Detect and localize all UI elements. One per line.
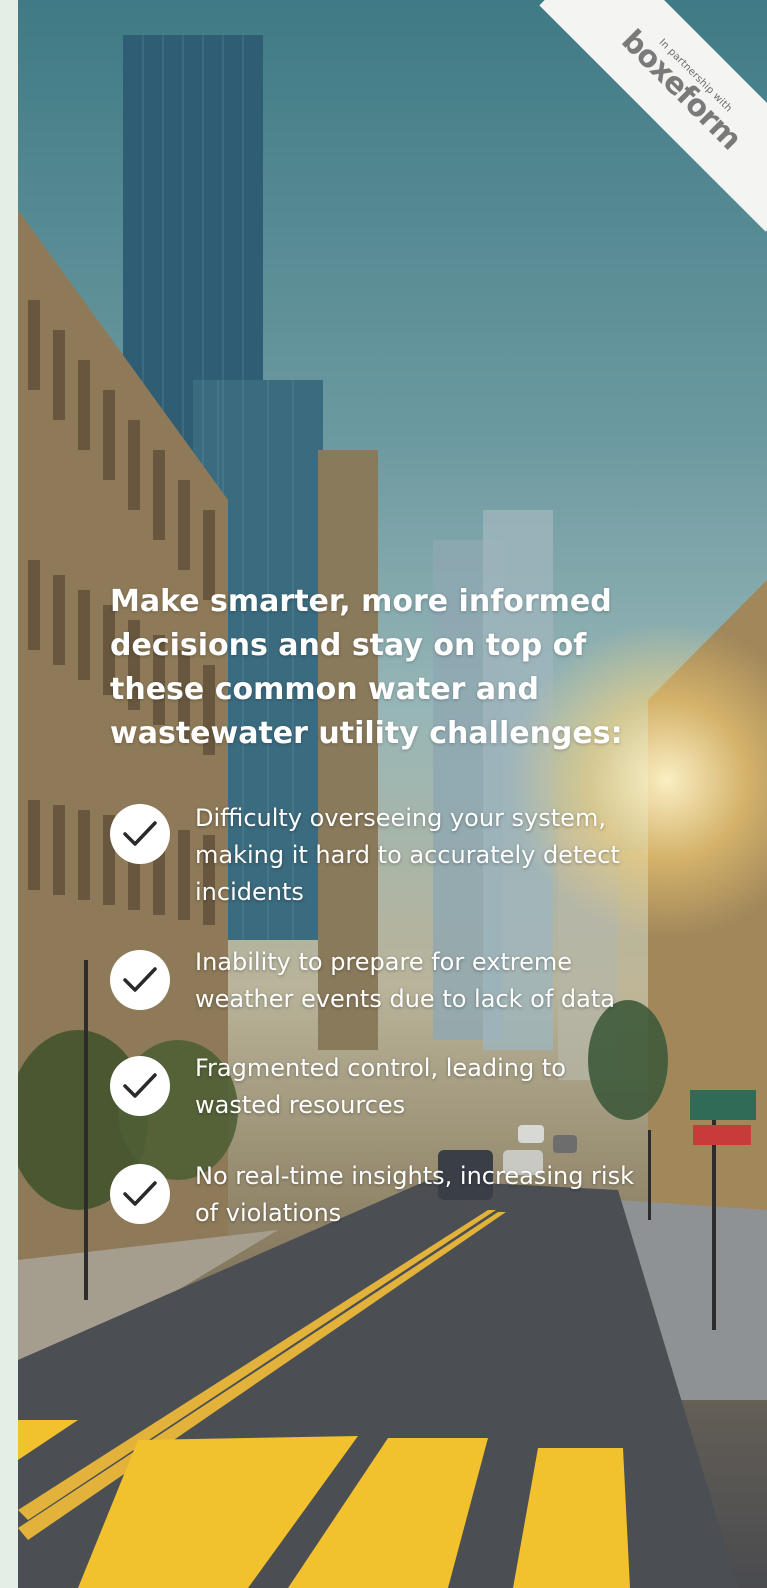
challenge-text: Inability to prepare for extreme weather… (195, 948, 615, 1013)
challenge-item: Inability to prepare for extreme weather… (110, 948, 655, 1018)
challenge-text: Difficulty overseeing your system, makin… (195, 804, 620, 906)
challenge-text: Fragmented control, leading to wasted re… (195, 1054, 566, 1119)
check-icon (110, 804, 170, 864)
headline: Make smarter, more informed decisions an… (110, 584, 623, 751)
left-margin-stripe (0, 0, 18, 1588)
challenge-item: Fragmented control, leading to wasted re… (110, 1054, 655, 1124)
hero-background: In partnership with boxeform (18, 0, 767, 1588)
challenge-text: No real-time insights, increasing risk o… (195, 1162, 634, 1227)
check-icon (110, 1056, 170, 1116)
check-icon (110, 950, 170, 1010)
challenge-item: No real-time insights, increasing risk o… (110, 1162, 655, 1232)
challenge-item: Difficulty overseeing your system, makin… (110, 804, 655, 911)
check-icon (110, 1164, 170, 1224)
